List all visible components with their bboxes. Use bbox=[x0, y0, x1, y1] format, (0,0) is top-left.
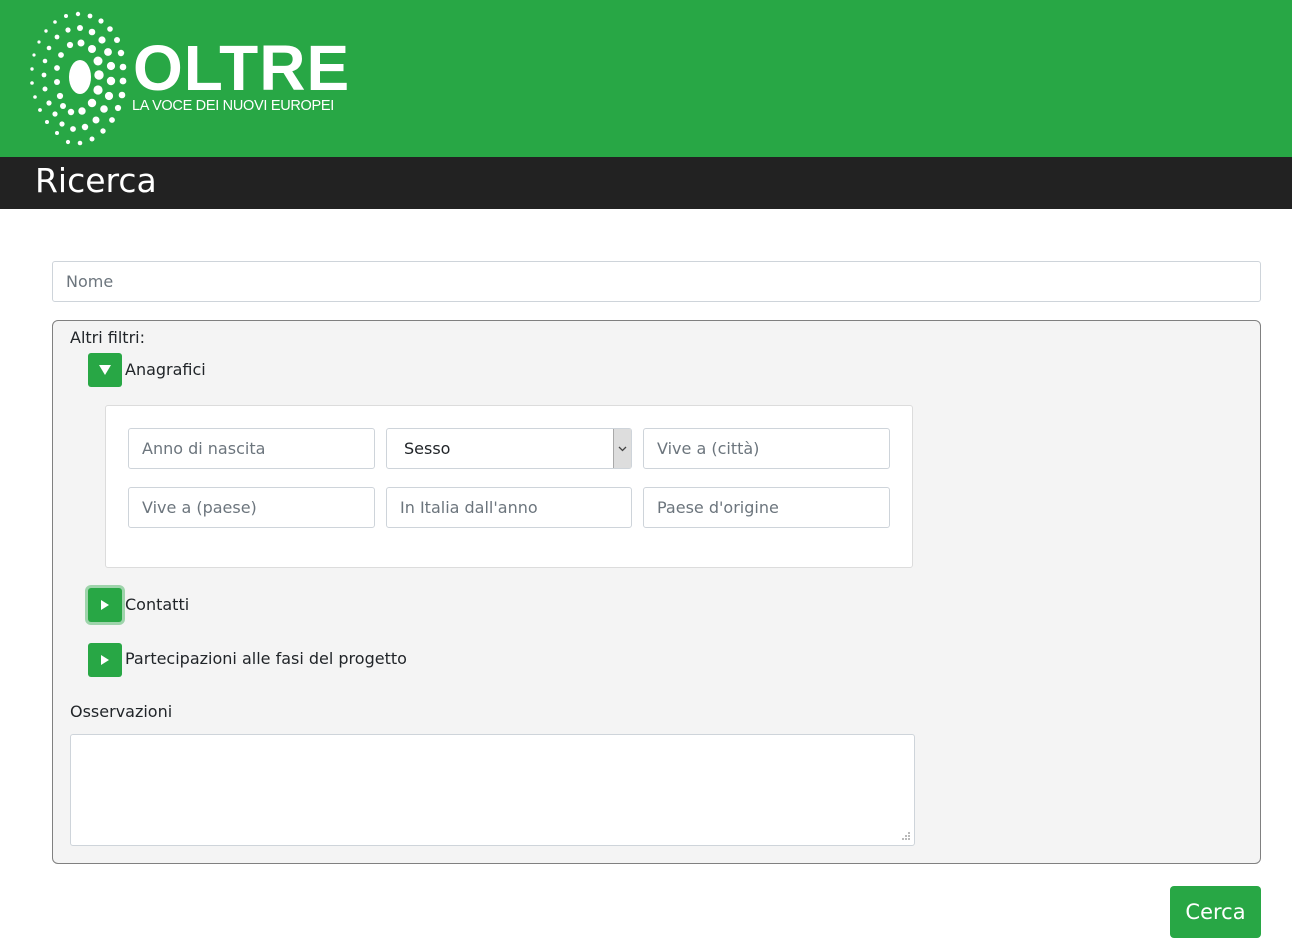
anagrafici-toggle-button[interactable] bbox=[88, 353, 122, 387]
origin-country-input[interactable] bbox=[643, 487, 890, 528]
chevron-down-icon bbox=[613, 429, 631, 468]
title-bar bbox=[0, 157, 1292, 209]
brand-tagline: LA VOCE DEI NUOVI EUROPEI bbox=[132, 98, 334, 114]
triangle-down-icon bbox=[99, 365, 111, 375]
anagrafici-label: Anagrafici bbox=[125, 360, 206, 379]
partecipazioni-toggle-button[interactable] bbox=[88, 643, 122, 677]
notes-label: Osservazioni bbox=[70, 702, 173, 721]
birth-year-input[interactable] bbox=[128, 428, 375, 469]
contatti-toggle-button[interactable] bbox=[88, 588, 122, 622]
page-title: Ricerca bbox=[35, 161, 157, 200]
contatti-label: Contatti bbox=[125, 595, 190, 614]
triangle-right-icon bbox=[101, 600, 109, 610]
country-input[interactable] bbox=[128, 487, 375, 528]
header-bar: OLTRE LA VOCE DEI NUOVI EUROPEI bbox=[0, 0, 1292, 157]
gender-select[interactable]: Sesso bbox=[386, 428, 632, 469]
search-submit-button[interactable]: Cerca bbox=[1170, 886, 1261, 938]
triangle-right-icon bbox=[101, 655, 109, 665]
partecipazioni-label: Partecipazioni alle fasi del progetto bbox=[125, 649, 407, 668]
resize-grip-icon[interactable] bbox=[901, 831, 911, 841]
city-input[interactable] bbox=[643, 428, 890, 469]
notes-textarea[interactable] bbox=[70, 734, 915, 846]
logo-icon bbox=[30, 11, 127, 146]
brand-name: OLTRE bbox=[133, 32, 351, 104]
gender-select-value: Sesso bbox=[404, 439, 451, 458]
italy-since-input[interactable] bbox=[386, 487, 632, 528]
filters-title: Altri filtri: bbox=[70, 328, 145, 347]
name-search-input[interactable] bbox=[52, 261, 1261, 302]
